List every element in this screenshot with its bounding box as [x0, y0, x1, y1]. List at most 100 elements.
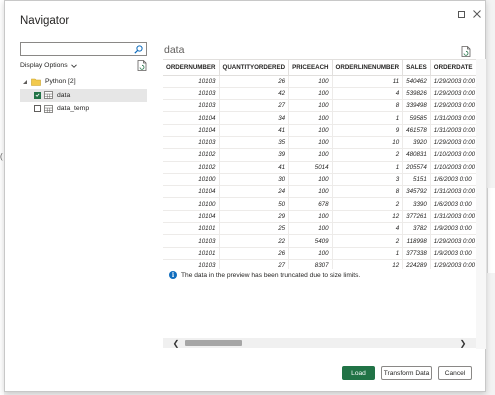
table-cell: 12: [332, 210, 404, 224]
table-cell: 1/6/2003 0:00: [430, 173, 476, 187]
table-cell: 5409: [288, 234, 333, 248]
table-cell: 10: [332, 136, 404, 150]
table-cell: 1: [332, 111, 404, 125]
search-box: [20, 42, 147, 56]
table-cell: 50: [219, 197, 290, 211]
table-cell: 29: [219, 210, 290, 224]
table-cell: 461578: [402, 124, 431, 137]
table-cell: 100: [288, 247, 333, 260]
table-cell: 10104: [163, 124, 220, 137]
refresh-icon[interactable]: [137, 60, 147, 71]
search-icon[interactable]: [134, 45, 143, 54]
collapse-triangle-icon[interactable]: [22, 79, 28, 85]
table-cell: 42: [219, 87, 290, 101]
table-cell: 1/10/2003 0:00: [430, 148, 476, 162]
table-cell: 678: [288, 197, 333, 211]
checkbox-data-temp[interactable]: [34, 105, 41, 113]
load-button[interactable]: Load: [342, 366, 375, 380]
table-icon: [44, 91, 53, 100]
checkbox-data[interactable]: [34, 91, 41, 99]
table-cell: 4: [332, 222, 404, 236]
table-cell: 10104: [163, 210, 220, 224]
horizontal-scrollbar[interactable]: ❮ ❯: [163, 338, 476, 348]
table-cell: 8307: [288, 259, 333, 269]
table-cell: 10101: [163, 247, 220, 260]
preview-title: data: [164, 44, 185, 56]
table-cell: 41: [219, 124, 290, 137]
table-cell: 3782: [402, 222, 431, 236]
column-header[interactable]: ORDERNUMBER: [163, 60, 220, 76]
background-panel-edge: [487, 188, 495, 273]
table-row: 10100 50 678 2 3390 1/6/2003 0:00: [163, 197, 476, 211]
table-cell: 10103: [163, 259, 220, 269]
table-cell: 1/6/2003 0:00: [430, 197, 476, 211]
table-cell: 8: [332, 185, 404, 199]
table-cell: 10101: [163, 222, 220, 236]
maximize-button[interactable]: [455, 8, 467, 20]
folder-icon: [31, 78, 41, 86]
scroll-left-icon[interactable]: ❮: [171, 338, 181, 348]
close-button[interactable]: [471, 8, 483, 20]
search-input[interactable]: [21, 43, 129, 55]
column-header[interactable]: PRICEEACH: [288, 60, 333, 76]
table-cell: 1: [332, 247, 404, 260]
table-cell: 1/9/2003 0:00: [430, 222, 476, 236]
table-cell: 26: [219, 75, 290, 88]
table-cell: 26: [219, 247, 290, 260]
navigator-tree: Python [2] data data_temp: [20, 75, 147, 116]
table-cell: 10100: [163, 197, 220, 211]
table-cell: 22: [219, 234, 290, 248]
table-cell: 12: [332, 259, 404, 269]
table-cell: 100: [288, 87, 333, 101]
table-cell: 100: [288, 210, 333, 224]
cancel-button[interactable]: Cancel: [438, 366, 472, 380]
table-row: 10103 42 100 4 539826 1/29/2003 0:00: [163, 87, 476, 101]
column-header[interactable]: ORDERDATE: [430, 60, 476, 76]
table-cell: 345792: [402, 185, 431, 199]
table-cell: 1/29/2003 0:00: [430, 87, 476, 101]
column-header[interactable]: ORDERLINENUMBER: [332, 60, 404, 76]
preview-side-area: [476, 59, 486, 349]
table-cell: 100: [288, 75, 333, 88]
table-cell: 2: [332, 148, 404, 162]
table-icon: [44, 104, 53, 113]
table-cell: 5151: [402, 173, 431, 187]
table-cell: 118998: [402, 234, 431, 248]
table-cell: 1/29/2003 0:00: [430, 234, 476, 248]
scrollbar-thumb[interactable]: [185, 340, 242, 346]
column-header[interactable]: SALES: [402, 60, 431, 76]
tree-node-python[interactable]: Python [2]: [20, 75, 147, 89]
table-cell: 25: [219, 222, 290, 236]
table-cell: 4: [332, 87, 404, 101]
column-header[interactable]: QUANTITYORDERED: [219, 60, 290, 76]
table-row: 10103 26 100 11 540462 1/29/2003 0:00: [163, 75, 476, 88]
table-cell: 10103: [163, 99, 220, 113]
table-cell: 1/29/2003 0:00: [430, 75, 476, 88]
tree-item-data-temp[interactable]: data_temp: [20, 102, 147, 116]
table-cell: 27: [219, 259, 290, 269]
table-cell: 10103: [163, 75, 220, 88]
table-cell: 41: [219, 161, 290, 174]
transform-data-button[interactable]: Transform Data: [381, 366, 432, 380]
table-cell: 1/31/2003 0:00: [430, 185, 476, 199]
table-cell: 10102: [163, 148, 220, 162]
table-row: 10103 27 100 8 339498 1/29/2003 0:00: [163, 99, 476, 113]
table-cell: 1/31/2003 0:00: [430, 210, 476, 224]
table-cell: 39: [219, 148, 290, 162]
tree-item-data[interactable]: data: [20, 88, 147, 102]
table-cell: 2: [332, 197, 404, 211]
table-cell: 3: [332, 173, 404, 187]
table-cell: 1/29/2003 0:00: [430, 99, 476, 113]
table-cell: 3390: [402, 197, 431, 211]
chevron-down-icon: [70, 63, 77, 68]
table-cell: 480831: [402, 148, 431, 162]
table-cell: 100: [288, 173, 333, 187]
table-cell: 10103: [163, 136, 220, 150]
table-row: 10104 34 100 1 59585 1/31/2003 0:00: [163, 111, 476, 125]
preview-table: ORDERNUMBER QUANTITYORDERED PRICEEACH ORDER…: [163, 60, 476, 269]
display-options-dropdown[interactable]: Display Options: [20, 62, 77, 69]
export-icon[interactable]: [461, 46, 471, 57]
table-cell: 3920: [402, 136, 431, 150]
scroll-right-icon[interactable]: ❯: [458, 338, 468, 348]
table-cell: 1: [332, 161, 404, 174]
